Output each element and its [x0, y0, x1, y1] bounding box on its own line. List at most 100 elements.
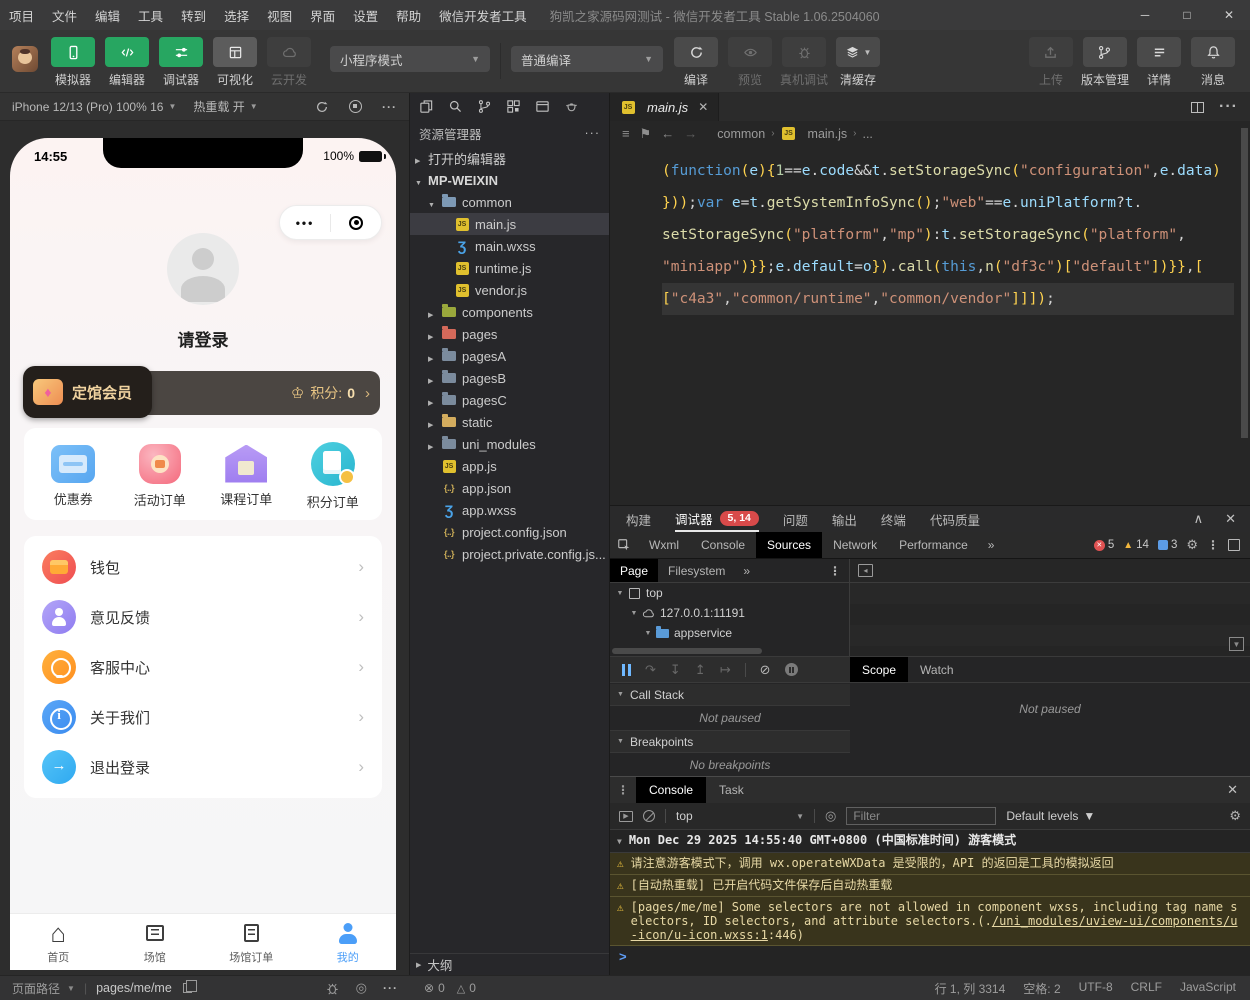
eye-icon[interactable]: ◎: [356, 980, 367, 996]
devtools-tab-performance[interactable]: Performance: [888, 532, 979, 558]
deactivate-breakpoints-icon[interactable]: ⊘: [760, 662, 771, 678]
toolbar-button-bell[interactable]: 消息: [1189, 37, 1237, 88]
drawer-toggle-icon[interactable]: [1229, 637, 1244, 651]
gear-icon[interactable]: ⚙: [1186, 537, 1198, 553]
more-icon[interactable]: ···: [382, 100, 397, 114]
pause-icon[interactable]: [622, 664, 631, 676]
copy-icon[interactable]: [183, 983, 192, 993]
menu-item[interactable]: 视图: [258, 0, 301, 30]
menu-item[interactable]: 项目: [0, 0, 43, 30]
close-icon[interactable]: ✕: [1225, 511, 1236, 527]
files-icon[interactable]: [419, 99, 434, 114]
indentation[interactable]: 空格: 2: [1023, 980, 1060, 997]
page-path-value[interactable]: pages/me/me: [96, 981, 172, 995]
collapse-icon[interactable]: ∧: [1194, 511, 1204, 527]
compile-mode-dropdown[interactable]: 普通编译▼: [511, 46, 663, 72]
clear-console-icon[interactable]: [643, 810, 655, 822]
breakpoints-header[interactable]: Breakpoints: [610, 731, 850, 753]
console-tab-console[interactable]: Console: [636, 777, 706, 803]
problems-summary[interactable]: 0 0: [410, 981, 610, 995]
step-into-icon[interactable]: ↧: [670, 663, 681, 676]
sources-tree-item[interactable]: ▼127.0.0.1:11191: [610, 603, 849, 623]
tab-page[interactable]: Page: [610, 559, 658, 582]
page-path-label[interactable]: 页面路径: [12, 980, 60, 997]
console-tab-task[interactable]: Task: [706, 777, 757, 803]
list-item-logout[interactable]: 退出登录›: [24, 742, 382, 792]
tree-item[interactable]: main.wxss: [410, 235, 609, 257]
user-avatar[interactable]: [12, 46, 38, 72]
grid-item-activity[interactable]: 活动订单: [117, 444, 204, 509]
language-mode[interactable]: JavaScript: [1180, 980, 1236, 997]
toolbar-button-bug[interactable]: 真机调试: [780, 37, 828, 88]
close-icon[interactable]: ✕: [1227, 782, 1238, 798]
device-frame-icon[interactable]: [1228, 539, 1240, 551]
phone-tab-home[interactable]: 首页: [10, 914, 107, 970]
breadcrumb-more[interactable]: ...: [862, 127, 872, 141]
tree-item[interactable]: project.config.json: [410, 521, 609, 543]
devtools-tab-sources[interactable]: Sources: [756, 532, 822, 558]
message-count[interactable]: 3: [1158, 539, 1177, 551]
toolbar-button-sliders[interactable]: 调试器: [157, 37, 205, 88]
toolbar-button-details[interactable]: 详情: [1135, 37, 1183, 88]
teapot-icon[interactable]: [564, 99, 579, 114]
toolbar-button-layout[interactable]: 可视化: [211, 37, 259, 88]
menu-item[interactable]: 帮助: [387, 0, 430, 30]
tree-item[interactable]: vendor.js: [410, 279, 609, 301]
toolbar-button-phone[interactable]: 模拟器: [49, 37, 97, 88]
list-item-service[interactable]: 客服中心›: [24, 642, 382, 692]
horizontal-scrollbar[interactable]: [612, 648, 762, 654]
context-dropdown[interactable]: top▼: [676, 809, 804, 823]
tree-item[interactable]: project.private.config.js...: [410, 543, 609, 565]
capsule-button[interactable]: •••: [279, 205, 382, 240]
grid-item-points[interactable]: 积分订单: [290, 442, 377, 511]
device-selector[interactable]: iPhone 12/13 (Pro) 100% 16: [12, 100, 163, 114]
eol[interactable]: CRLF: [1131, 980, 1162, 997]
phone-tab-order[interactable]: 场馆订单: [203, 914, 300, 970]
eye-icon[interactable]: ◎: [825, 808, 836, 824]
grid-item-coupon[interactable]: 优惠券: [30, 445, 117, 508]
sources-tree-item[interactable]: ▼appservice: [610, 623, 849, 643]
toolbar-button-eye[interactable]: 预览: [726, 37, 774, 88]
grid-item-course[interactable]: 课程订单: [203, 445, 290, 508]
tree-item[interactable]: 打开的编辑器: [410, 147, 609, 169]
tree-item[interactable]: pages: [410, 323, 609, 345]
menu-item[interactable]: 微信开发者工具: [430, 0, 536, 30]
show-sidebar-icon[interactable]: [619, 811, 633, 822]
panel-tab-调试器[interactable]: 调试器5, 14: [675, 506, 759, 532]
devtools-tab-network[interactable]: Network: [822, 532, 888, 558]
toolbar-button-refresh[interactable]: 编译: [672, 37, 720, 88]
more-icon[interactable]: ···: [1219, 98, 1238, 116]
list-item-wallet[interactable]: 钱包›: [24, 542, 382, 592]
more-icon[interactable]: ···: [383, 981, 398, 995]
collapse-sidebar-icon[interactable]: [858, 564, 873, 577]
close-icon[interactable]: ✕: [698, 100, 708, 114]
source-control-icon[interactable]: [477, 99, 492, 114]
levels-dropdown[interactable]: Default levels▼: [1006, 809, 1095, 823]
editor-scrollbar[interactable]: [1241, 128, 1248, 438]
step-out-icon[interactable]: ↥: [695, 663, 706, 676]
list-item-about[interactable]: 关于我们›: [24, 692, 382, 742]
extensions-icon[interactable]: [506, 99, 521, 114]
list-item-feedback[interactable]: 意见反馈›: [24, 592, 382, 642]
console-prompt[interactable]: [610, 946, 1250, 966]
tree-item[interactable]: app.wxss: [410, 499, 609, 521]
gear-icon[interactable]: ⚙: [1229, 808, 1241, 824]
more-vertical-icon[interactable]: ⋮: [829, 564, 841, 578]
editor-tab-mainjs[interactable]: main.js ✕: [610, 93, 719, 121]
outline-section[interactable]: 大纲: [410, 953, 609, 975]
search-icon[interactable]: [448, 99, 463, 114]
bookmark-icon[interactable]: ⚑: [640, 126, 652, 142]
phone-tab-me[interactable]: 我的: [300, 914, 397, 970]
devtools-tab-console[interactable]: Console: [690, 532, 756, 558]
error-count[interactable]: 5: [1094, 539, 1114, 551]
stop-icon[interactable]: [349, 100, 362, 113]
overflow-icon[interactable]: »: [735, 564, 758, 578]
devtools-tab-wxml[interactable]: Wxml: [638, 532, 690, 558]
refresh-icon[interactable]: [315, 100, 329, 114]
panel-tab-问题[interactable]: 问题: [783, 506, 808, 532]
forward-icon[interactable]: →: [684, 126, 697, 141]
call-stack-header[interactable]: Call Stack: [610, 684, 850, 706]
tree-item[interactable]: app.json: [410, 477, 609, 499]
panel-tab-代码质量[interactable]: 代码质量: [930, 506, 980, 532]
hot-reload-toggle[interactable]: 热重载 开: [193, 98, 244, 115]
